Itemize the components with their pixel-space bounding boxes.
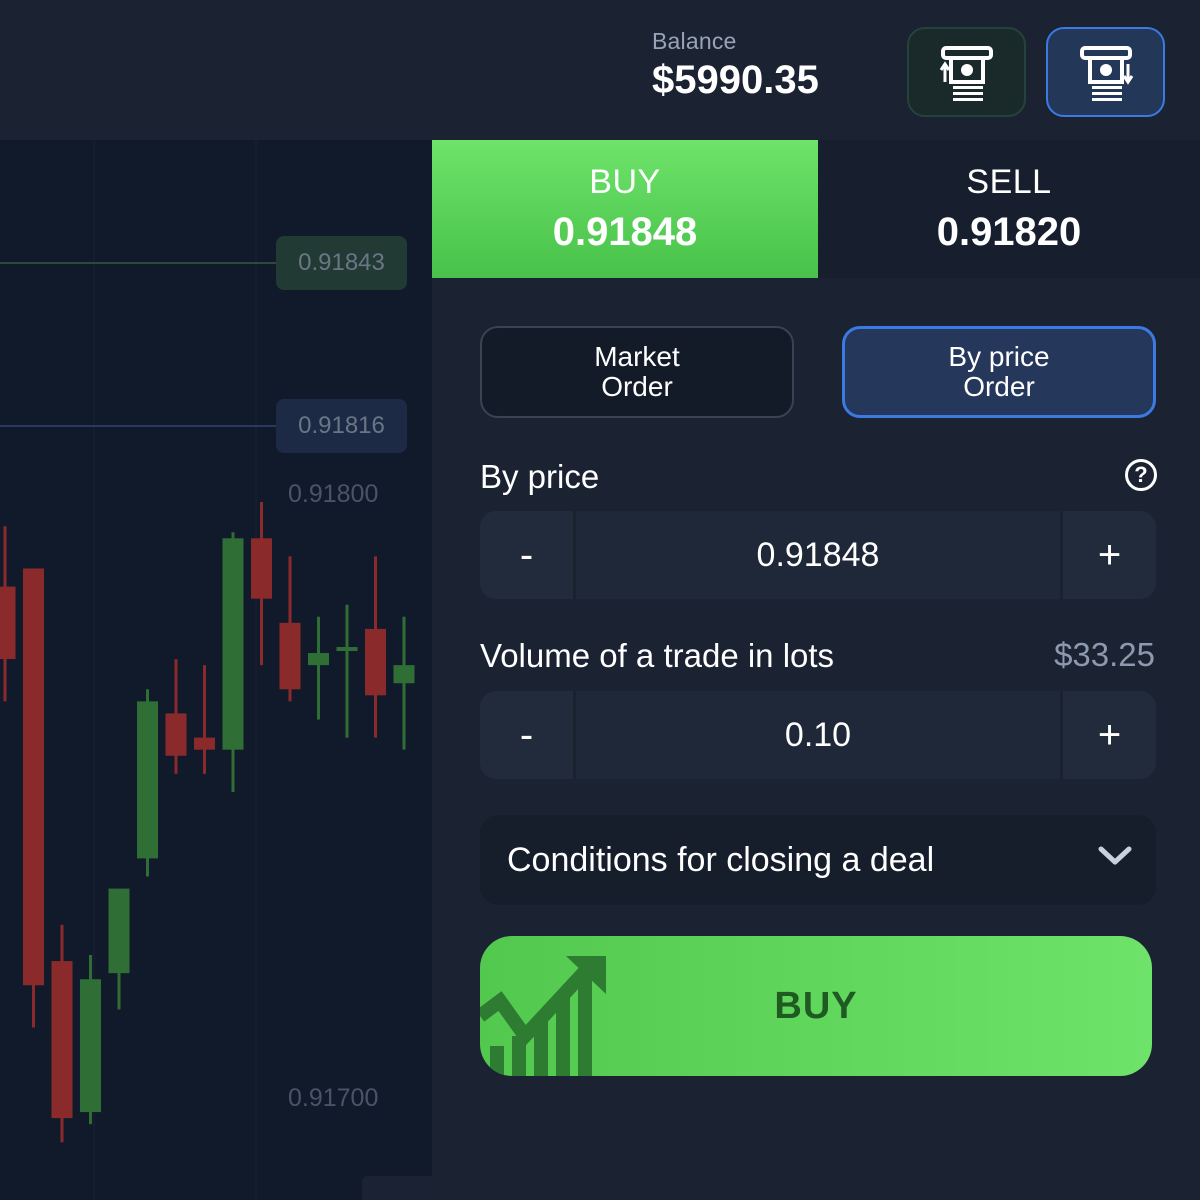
market-order-label: Market Order xyxy=(594,341,680,402)
candle-body xyxy=(51,961,73,1119)
buy-button[interactable]: BUY xyxy=(480,936,1152,1076)
deposit-button[interactable] xyxy=(907,27,1026,117)
volume-input[interactable]: 0.10 xyxy=(576,691,1060,779)
by-price-order-button[interactable]: By price Order xyxy=(842,326,1156,418)
candle-body xyxy=(336,647,358,651)
candle-body xyxy=(222,538,244,750)
market-order-button[interactable]: Market Order xyxy=(480,326,794,418)
balance-value: $5990.35 xyxy=(652,58,819,102)
balance-label: Balance xyxy=(652,28,737,54)
candle-body xyxy=(165,713,187,756)
candle-body xyxy=(80,979,101,1113)
candlestick-chart xyxy=(0,140,415,1200)
candle-body xyxy=(23,568,44,986)
candle-body xyxy=(393,665,415,684)
withdraw-button[interactable] xyxy=(1046,27,1165,117)
withdraw-cash-icon xyxy=(1079,46,1133,101)
buy-tab-label: BUY xyxy=(589,163,661,201)
volume-decrement-button[interactable]: - xyxy=(480,691,576,779)
price-chart[interactable]: 0.91843 0.91816 0.91800 0.91700 xyxy=(0,140,432,1200)
tab-buy[interactable]: BUY 0.91848 xyxy=(432,140,818,278)
volume-usd-value: $33.25 xyxy=(1054,636,1155,673)
candle-body xyxy=(194,737,215,750)
volume-increment-button[interactable]: + xyxy=(1060,691,1156,779)
buy-tab-price: 0.91848 xyxy=(552,210,698,254)
tab-sell[interactable]: SELL 0.91820 xyxy=(818,140,1200,278)
buy-button-label: BUY xyxy=(774,984,858,1027)
deposit-cash-icon xyxy=(939,46,993,101)
sell-tab-price: 0.91820 xyxy=(936,210,1082,254)
ask-price-tag: 0.91843 xyxy=(276,236,407,290)
closing-conditions-label: Conditions for closing a deal xyxy=(507,840,935,879)
by-price-label: By price xyxy=(480,458,600,495)
candle-body xyxy=(108,888,130,974)
candle-body xyxy=(251,538,272,599)
candle-body xyxy=(279,622,301,690)
help-icon[interactable]: ? xyxy=(1125,459,1157,491)
candle-body xyxy=(0,586,16,660)
candle-body xyxy=(365,628,386,696)
closing-conditions-dropdown[interactable]: Conditions for closing a deal xyxy=(480,815,1156,905)
candle-body xyxy=(137,701,158,859)
bid-price-tag: 0.91816 xyxy=(276,399,407,453)
price-increment-button[interactable]: + xyxy=(1060,511,1156,599)
price-decrement-button[interactable]: - xyxy=(480,511,576,599)
chart-corner-tab[interactable] xyxy=(362,1176,432,1200)
price-input[interactable]: 0.91848 xyxy=(576,511,1060,599)
volume-label: Volume of a trade in lots xyxy=(480,637,835,674)
chevron-down-icon xyxy=(1098,846,1132,865)
by-price-order-label: By price Order xyxy=(948,341,1050,402)
sell-tab-label: SELL xyxy=(966,163,1052,201)
axis-label-upper: 0.91800 xyxy=(288,480,379,508)
candle-body xyxy=(308,653,329,666)
axis-label-lower: 0.91700 xyxy=(288,1084,379,1112)
header-bar: Balance $5990.35 xyxy=(0,0,1200,140)
trade-panel: BUY 0.91848 SELL 0.91820 Market Order By… xyxy=(432,140,1200,1200)
price-stepper: - 0.91848 + xyxy=(480,511,1156,599)
volume-stepper: - 0.10 + xyxy=(480,691,1156,779)
